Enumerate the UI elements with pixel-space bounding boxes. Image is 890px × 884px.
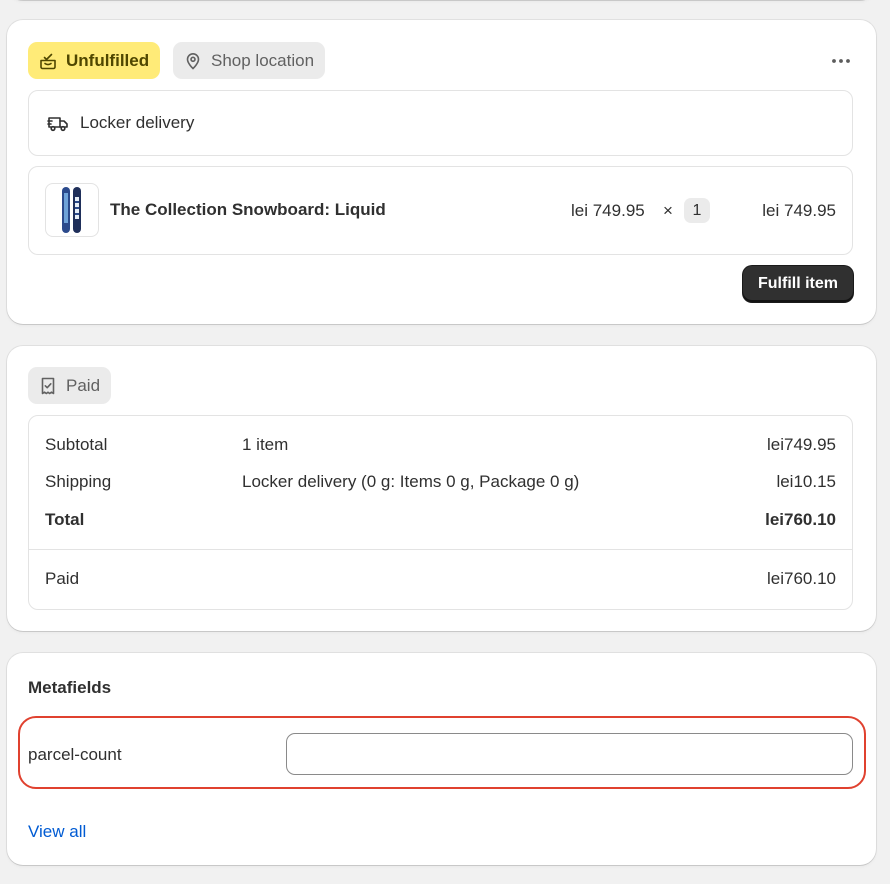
shop-location-badge: Shop location [173, 42, 326, 79]
parcel-count-label: parcel-count [28, 745, 122, 764]
product-thumbnail[interactable] [45, 183, 99, 237]
paid-row: Paid lei760.10 [45, 569, 836, 591]
metafields-card: Metafields parcel-count View all [7, 653, 876, 865]
subtotal-row: Subtotal 1 item lei749.95 [45, 435, 836, 457]
delivery-method-row: Locker delivery [28, 90, 853, 156]
paid-badge: Paid [28, 367, 112, 404]
delivery-method-label: Locker delivery [80, 113, 195, 132]
subtotal-amount: lei749.95 [766, 435, 836, 454]
fulfillment-box-icon [40, 53, 56, 69]
unit-price: lei 749.95 [571, 201, 645, 220]
fulfill-item-button[interactable]: Fulfill item [743, 266, 853, 302]
paid-row-amount: lei760.10 [766, 569, 836, 588]
unfulfilled-label: Unfulfilled [66, 50, 150, 70]
unfulfilled-badge: Unfulfilled [28, 42, 161, 79]
subtotal-label: Subtotal [45, 435, 108, 454]
shipping-label: Shipping [45, 472, 112, 491]
more-horizontal-icon [832, 59, 850, 63]
subtotal-detail: 1 item [242, 435, 289, 454]
multiply-sign: × [663, 201, 673, 220]
quantity-badge: 1 [684, 198, 710, 223]
parcel-count-input[interactable] [286, 733, 853, 775]
total-amount: lei760.10 [765, 510, 836, 529]
more-actions-button[interactable] [828, 48, 854, 74]
view-all-link[interactable]: View all [28, 822, 86, 842]
product-title-link[interactable]: The Collection Snowboard: Liquid [110, 200, 386, 220]
snowboard-image [62, 187, 81, 233]
line-item: The Collection Snowboard: Liquid lei 749… [28, 166, 853, 255]
receipt-check-icon [41, 377, 55, 394]
shipping-detail: Locker delivery (0 g: Items 0 g, Package… [242, 472, 580, 491]
summary-divider [29, 549, 852, 550]
shop-location-label: Shop location [211, 50, 315, 70]
paid-label: Paid [66, 375, 101, 395]
paid-row-label: Paid [45, 569, 80, 588]
metafields-heading: Metafields [28, 678, 112, 697]
shipping-amount: lei10.15 [776, 472, 836, 491]
payment-card: Paid Subtotal 1 item lei749.95 Shipping … [7, 346, 876, 631]
shipping-row: Shipping Locker delivery (0 g: Items 0 g… [45, 472, 836, 494]
delivery-truck-icon [47, 117, 68, 132]
payment-summary: Subtotal 1 item lei749.95 Shipping Locke… [28, 415, 853, 610]
fulfillment-card: Unfulfilled Shop location Locker deliver… [7, 20, 876, 324]
line-total: lei 749.95 [762, 201, 836, 220]
total-row: Total lei760.10 [45, 510, 836, 532]
total-label: Total [45, 510, 85, 529]
map-pin-icon [186, 52, 200, 70]
